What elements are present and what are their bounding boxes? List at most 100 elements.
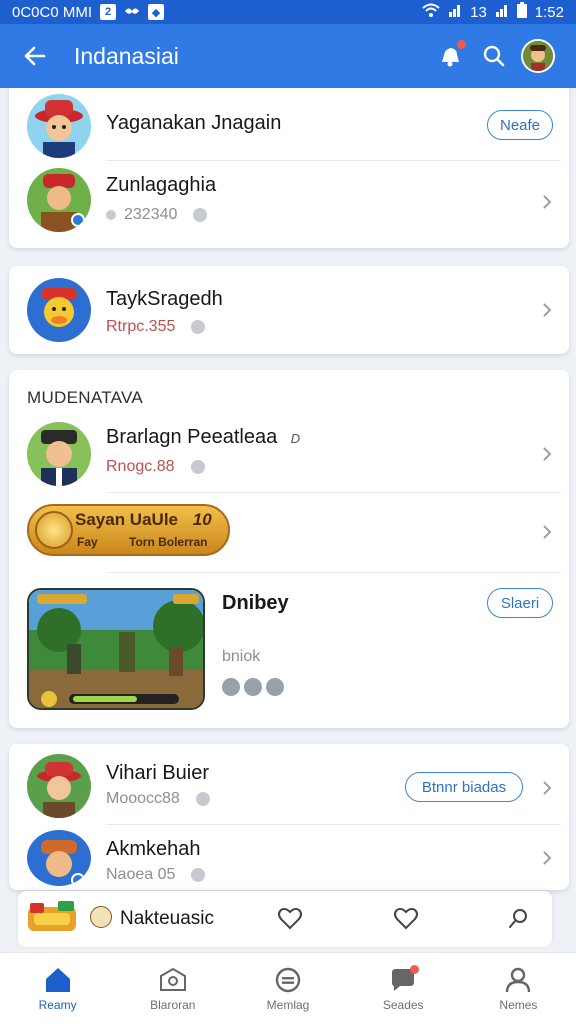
mini-player-strip[interactable]: Nakteuasic	[18, 891, 552, 947]
link-button[interactable]	[502, 903, 534, 935]
list-item[interactable]: Brarlagn Peeatleaa D Rnogc.88	[9, 414, 569, 494]
action-pill-button[interactable]: Neafe	[487, 110, 553, 140]
contact-name: Zunlagaghia	[106, 174, 217, 196]
contacts-card-1: Yaganakan Jnagain Neafe Zunlagaghia 2323…	[9, 88, 569, 248]
content-scroll[interactable]: Yaganakan Jnagain Neafe Zunlagaghia 2323…	[0, 88, 576, 952]
promo-line-a: Fay	[77, 535, 98, 549]
promo-banner[interactable]: Sayan UaUle 10 Fay Torn Bolerran	[27, 504, 230, 556]
coin-icon	[35, 511, 73, 549]
game-thumbnail[interactable]	[27, 588, 205, 710]
notification-box: 2	[100, 4, 117, 20]
dot-icon	[244, 678, 262, 696]
avatar	[27, 830, 91, 886]
profile-avatar-button[interactable]	[516, 34, 560, 78]
status-indicator-icon	[193, 208, 208, 222]
wifi-icon	[422, 3, 440, 21]
nav-search[interactable]: Seades	[346, 953, 461, 1024]
notifications-button[interactable]	[428, 34, 472, 78]
heart-outline-icon	[394, 907, 418, 930]
promo-line-b: Torn Bolerran	[129, 535, 208, 549]
game-subtitle: bniok	[222, 648, 261, 665]
avatar	[27, 168, 91, 232]
inbox-icon	[159, 967, 186, 991]
notification-dot	[409, 965, 419, 974]
dot-icon	[222, 678, 240, 696]
list-item[interactable]: Vihari Buier Mooocc88 Btnnr biadas	[9, 744, 569, 824]
promo-row[interactable]: Sayan UaUle 10 Fay Torn Bolerran	[9, 494, 569, 570]
contacts-card-2: TaykSragedh Rtrpc.355	[9, 266, 569, 354]
nav-messages[interactable]: Memlag	[230, 953, 345, 1024]
search-button[interactable]	[472, 34, 516, 78]
chevron-right-icon	[537, 192, 557, 212]
contact-status: Rtrpc.355	[106, 318, 206, 336]
action-pill-button[interactable]: Btnnr biadas	[405, 772, 523, 802]
list-item[interactable]: Zunlagaghia 232340	[9, 162, 569, 242]
home-icon	[45, 967, 70, 992]
signal-text: 13	[470, 3, 487, 21]
divider	[106, 160, 561, 161]
edited-mark: D	[290, 431, 301, 446]
status-dot-icon	[106, 210, 116, 220]
status-indicator-icon	[195, 792, 210, 806]
game-logo	[26, 899, 78, 939]
battery-icon	[516, 2, 527, 22]
contact-status: 232340	[106, 206, 208, 224]
chat-circle-icon	[275, 967, 301, 992]
contact-name: TaykSragedh	[106, 288, 223, 310]
avatar	[27, 422, 91, 486]
signal-icon	[448, 3, 462, 21]
chevron-right-icon	[537, 848, 557, 868]
nav-profile[interactable]: Nemes	[461, 953, 576, 1024]
item-status: Rnogc.88	[106, 458, 205, 476]
game-action-button[interactable]: Slaeri	[487, 588, 553, 618]
like-button[interactable]	[274, 903, 306, 935]
avatar	[521, 39, 555, 73]
coin-icon	[90, 906, 112, 928]
chevron-right-icon	[537, 778, 557, 798]
promo-title: Sayan UaUle 10	[75, 510, 212, 529]
back-button[interactable]	[16, 37, 54, 75]
list-item[interactable]: Yaganakan Jnagain Neafe	[9, 88, 569, 166]
avatar	[27, 754, 91, 818]
signal-icon-2	[495, 3, 509, 21]
section-title: MUDENATAVA	[27, 388, 144, 407]
contact-name: Akmkehah	[106, 838, 201, 860]
avatar	[27, 94, 91, 158]
game-meta	[222, 678, 284, 696]
bottom-navigation: Reamy Blaroran Memlag Seades Nemes	[0, 952, 576, 1024]
contact-status: Naoea 05	[106, 866, 206, 884]
avatar	[27, 278, 91, 342]
search-icon	[483, 45, 505, 67]
carrier-text: 0C0C0 MMI	[12, 3, 93, 21]
profile-icon	[506, 967, 531, 992]
chevron-right-icon	[537, 300, 557, 320]
divider	[106, 492, 561, 493]
list-item[interactable]: Akmkehah Naoea 05	[9, 824, 569, 890]
favorite-button[interactable]	[390, 903, 422, 935]
featured-card: MUDENATAVA Brarlagn Peeatleaa D Rnogc.88	[9, 370, 569, 728]
clock-time: 1:52	[534, 3, 564, 21]
contact-name: Vihari Buier	[106, 762, 210, 784]
contacts-card-4: Vihari Buier Mooocc88 Btnnr biadas Akmke…	[9, 744, 569, 890]
status-indicator-icon	[191, 868, 206, 882]
page-title: Indanasiai	[74, 42, 179, 69]
item-title: Brarlagn Peeatleaa D	[106, 426, 301, 448]
heart-icon	[278, 907, 302, 930]
nav-home[interactable]: Reamy	[0, 953, 115, 1024]
chevron-right-icon	[537, 522, 557, 542]
contact-status: Mooocc88	[106, 790, 210, 808]
game-title: Dnibey	[222, 592, 289, 614]
divider	[106, 572, 561, 573]
dot-icon	[266, 678, 284, 696]
contact-name: Yaganakan Jnagain	[106, 112, 282, 134]
notification-dot	[457, 40, 466, 49]
notification-bird-icon	[124, 4, 140, 21]
link-icon	[509, 909, 527, 928]
chevron-right-icon	[537, 444, 557, 464]
status-indicator-icon	[190, 460, 205, 474]
status-indicator-icon	[191, 320, 206, 334]
status-bar: 0C0C0 MMI 2 ◆ 13 1:52	[0, 0, 576, 24]
nav-inbox[interactable]: Blaroran	[115, 953, 230, 1024]
game-item[interactable]: Dnibey bniok Slaeri	[9, 574, 569, 724]
list-item[interactable]: TaykSragedh Rtrpc.355	[9, 266, 569, 354]
